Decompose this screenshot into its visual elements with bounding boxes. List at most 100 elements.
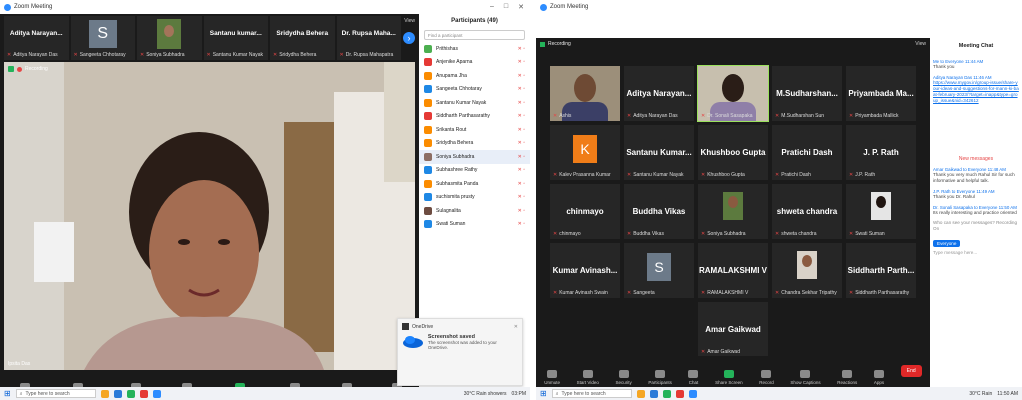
app-icon[interactable] (139, 389, 148, 398)
participant-row[interactable]: Anupama Jha ✕ ▫ (419, 69, 530, 83)
app-icon[interactable] (662, 389, 671, 398)
app-icon[interactable] (636, 389, 645, 398)
participant-row[interactable]: Sridydha Behera ✕ ▫ (419, 137, 530, 151)
zoom-taskbar-icon[interactable] (688, 389, 697, 398)
muted-mic-icon[interactable]: ✕ ▫ (518, 167, 525, 173)
participant-row[interactable]: suchismita prusty ✕ ▫ (419, 191, 530, 205)
windows-start-icon[interactable]: ⊞ (540, 389, 547, 398)
muted-mic-icon[interactable]: ✕ ▫ (518, 59, 525, 65)
participant-tile[interactable]: Kumar Avinash... ✕ Kumar Avinash Swain (550, 243, 620, 298)
toolbar-button[interactable]: Record (759, 370, 774, 385)
new-messages-divider[interactable]: New messages (933, 156, 1019, 162)
toolbar-button[interactable]: Show Captions (790, 370, 821, 385)
participant-tile[interactable]: ✕ Dr. Sonali Sasapaka (697, 65, 769, 122)
toolbar-button[interactable]: Security (615, 370, 632, 385)
muted-mic-icon[interactable]: ✕ ▫ (518, 181, 525, 187)
muted-mic-icon[interactable]: ✕ ▫ (518, 208, 525, 214)
participant-row[interactable]: Sulagnalita ✕ ▫ (419, 204, 530, 218)
participant-tile[interactable]: Santanu Kumar... ✕ Santanu Kumar Nayak (624, 125, 694, 180)
participant-tile[interactable]: ✕ Swati Suman (846, 184, 916, 239)
participant-tile[interactable]: Pratichi Dash ✕ Pratichi Dash (772, 125, 842, 180)
muted-mic-icon[interactable]: ✕ ▫ (518, 154, 525, 160)
muted-mic-icon: ✕ (553, 172, 558, 178)
zoom-logo-icon (4, 3, 11, 11)
toolbar-button[interactable]: Start Video (577, 370, 599, 385)
app-icon[interactable] (113, 389, 122, 398)
toolbar-button[interactable]: Participants (648, 370, 672, 385)
toolbar-button[interactable]: Share Screen (715, 370, 743, 385)
toolbar-button[interactable]: Unmute (544, 370, 560, 385)
participant-row[interactable]: Soniya Subhadra ✕ ▫ (419, 150, 530, 164)
chat-recipient-select[interactable]: Everyone (933, 240, 961, 247)
windows-start-icon[interactable]: ⊞ (4, 389, 11, 398)
participant-tile[interactable]: ✕ Ashis (550, 66, 620, 121)
muted-mic-icon[interactable]: ✕ ▫ (518, 113, 525, 119)
muted-mic-icon[interactable]: ✕ ▫ (518, 86, 525, 92)
next-page-icon[interactable]: › (403, 32, 415, 44)
participant-tile[interactable]: shweta chandra ✕ shweta chandra (772, 184, 842, 239)
thumbnail-tile[interactable]: ✕ Soniya Subhadra (137, 16, 202, 60)
app-icon[interactable] (126, 389, 135, 398)
view-button[interactable]: View (404, 18, 415, 24)
participant-row[interactable]: Subhasmita Panda ✕ ▫ (419, 177, 530, 191)
system-tray: 30°C Rain 11:50 AM (969, 390, 1018, 397)
view-button[interactable]: View (915, 41, 926, 47)
muted-mic-icon[interactable]: ✕ ▫ (518, 221, 525, 227)
participant-row[interactable]: Sangeeta Chhotaray ✕ ▫ (419, 83, 530, 97)
zoom-taskbar-icon[interactable] (152, 389, 161, 398)
app-icon[interactable] (100, 389, 109, 398)
participant-tile[interactable]: Khushboo Gupta ✕ Khushboo Gupta (698, 125, 768, 180)
muted-mic-icon[interactable]: ✕ ▫ (518, 127, 525, 133)
participant-row[interactable]: Subhashree Rathy ✕ ▫ (419, 164, 530, 178)
participant-row[interactable]: Santanu Kumar Nayak ✕ ▫ (419, 96, 530, 110)
muted-mic-icon[interactable]: ✕ ▫ (518, 140, 525, 146)
tile-display-name: Aditya Narayan... (626, 89, 692, 99)
onedrive-toast[interactable]: OneDrive ✕ Screenshot saved The screensh… (397, 318, 523, 386)
chat-privacy-note[interactable]: Who can see your messages? Recording On (933, 220, 1019, 232)
toolbar-button[interactable]: Chat (688, 370, 699, 385)
chat-message-input[interactable]: Type message here... (933, 250, 1019, 255)
end-meeting-button[interactable]: End (900, 364, 922, 377)
participant-tile[interactable]: ✕ Soniya Subhadra (698, 184, 768, 239)
participant-tile[interactable]: Amar Gaikwad ✕ Amar Gaikwad (698, 302, 768, 357)
close-icon[interactable]: ✕ (518, 3, 524, 11)
participant-tile[interactable]: S ✕ Sangeeta (624, 243, 694, 298)
taskbar-search[interactable]: ⌕ Type here to search (15, 389, 96, 398)
thumbnail-tile[interactable]: Aditya Narayan... ✕ Aditya Narayan Das (4, 16, 69, 60)
muted-mic-icon[interactable]: ✕ ▫ (518, 46, 525, 52)
participant-row[interactable]: Srikanta Rout ✕ ▫ (419, 123, 530, 137)
thumbnail-tile[interactable]: Sridydha Behera ✕ Sridydha Behera (270, 16, 335, 60)
app-icon[interactable] (649, 389, 658, 398)
thumbnail-tile[interactable]: S ✕ Sangeeta Chhotaray (70, 16, 135, 60)
participant-row[interactable]: Siddharth Parthasarathy ✕ ▫ (419, 110, 530, 124)
participant-row[interactable]: Anjenike Aparna ✕ ▫ (419, 56, 530, 70)
participant-tile[interactable]: K ✕ Kalev Prasanna Kumar (550, 125, 620, 180)
tile-display-name: Kumar Avinash... (552, 266, 618, 276)
participant-tile[interactable]: RAMALAKSHMI V ✕ RAMALAKSHMI V (698, 243, 768, 298)
app-icon[interactable] (675, 389, 684, 398)
participant-row[interactable]: Prithishas ✕ ▫ (419, 42, 530, 56)
participant-tile[interactable]: chinmayo ✕ chinmayo (550, 184, 620, 239)
participant-tile[interactable]: Siddharth Parth... ✕ Siddharth Parthasarat… (846, 243, 916, 298)
chat-message-link[interactable]: https://www.mygov.in/group-issue/share-y… (933, 80, 1019, 152)
muted-mic-icon[interactable]: ✕ ▫ (518, 194, 525, 200)
participant-row[interactable]: Swati Suman ✕ ▫ (419, 218, 530, 232)
participant-tile[interactable]: J. P. Rath ✕ J.P. Rath (846, 125, 916, 180)
participant-search-input[interactable]: Find a participant (424, 30, 525, 40)
participant-tile[interactable]: Buddha Vikas ✕ Buddha Vikas (624, 184, 694, 239)
toast-close-icon[interactable]: ✕ (514, 324, 518, 330)
thumbnail-tile[interactable]: Santanu kumar... ✕ Santanu Kumar Nayak (203, 16, 268, 60)
participant-tile[interactable]: ✕ Chandra Sekhar Tripathy (772, 243, 842, 298)
thumbnail-tile[interactable]: Dr. Rupsa Maha... ✕ Dr. Rupsa Mahapatra (336, 16, 401, 60)
maximize-icon[interactable]: □ (504, 3, 508, 11)
toolbar-button[interactable]: Reactions (837, 370, 857, 385)
participant-tile[interactable]: M.Sudharshan... ✕ M.Sudharshan Sun (772, 66, 842, 121)
toolbar-button[interactable]: Apps (874, 370, 884, 385)
participant-tile[interactable]: Priyambada Ma... ✕ Priyambada Mallick (846, 66, 916, 121)
taskbar-search[interactable]: ⌕ Type here to search (551, 389, 632, 398)
cloud-icon (403, 336, 423, 348)
muted-mic-icon[interactable]: ✕ ▫ (518, 73, 525, 79)
muted-mic-icon[interactable]: ✕ ▫ (518, 100, 525, 106)
participant-tile[interactable]: Aditya Narayan... ✕ Aditya Narayan Das (624, 66, 694, 121)
minimize-icon[interactable]: – (490, 3, 494, 11)
